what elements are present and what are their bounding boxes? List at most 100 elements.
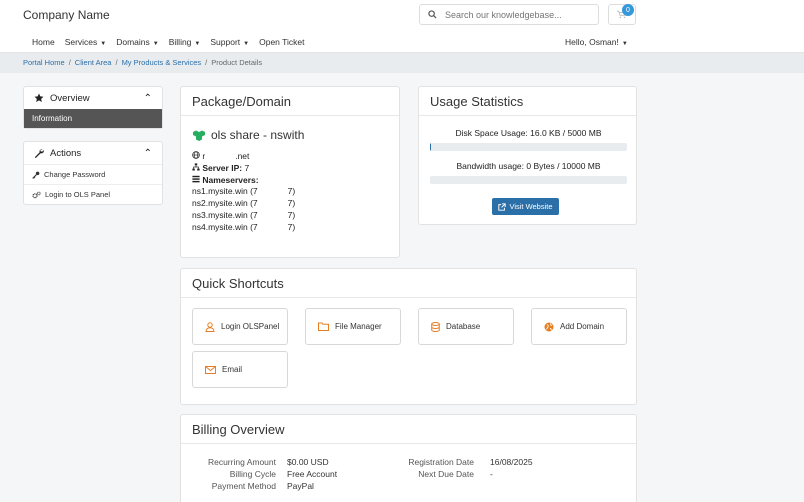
- nav-label: Billing: [168, 37, 192, 47]
- globe-icon: [544, 322, 554, 331]
- shortcut-add-domain[interactable]: Add Domain: [531, 308, 627, 345]
- globe-icon: [192, 151, 200, 159]
- product-name: ols share - nswith: [211, 128, 305, 142]
- main-nav: Home Services ▼ Domains ▼ Billing ▼ Support…: [32, 37, 304, 47]
- nameserver-end: 7): [287, 198, 296, 209]
- nameserver-line: ns2.mysite.win (7 7): [192, 198, 295, 210]
- list-icon: [192, 175, 200, 182]
- package-domain-card: Package/Domain ols share - nswith r .net …: [180, 86, 400, 258]
- nav-services[interactable]: Services ▼: [65, 37, 107, 47]
- shortcut-label: File Manager: [335, 322, 382, 331]
- billing-label: Next Due Date: [418, 469, 474, 479]
- breadcrumb-separator: /: [115, 58, 118, 67]
- nav-home[interactable]: Home: [32, 37, 55, 47]
- caret-down-icon: ▼: [243, 41, 250, 47]
- caret-down-icon: ▼: [194, 41, 201, 47]
- shortcut-email[interactable]: Email: [192, 351, 288, 388]
- nameserver-host: ns3.mysite.win (7: [192, 209, 258, 220]
- billing-label: Recurring Amount: [207, 457, 276, 467]
- sidebar-overview-panel: Overview ⌃ Information: [23, 86, 163, 129]
- search-icon: [428, 10, 437, 19]
- billing-overview-card: Billing Overview Recurring Amount Billin…: [180, 414, 637, 502]
- nav-billing[interactable]: Billing ▼: [169, 37, 201, 47]
- sidebar-item-information[interactable]: Information: [24, 109, 162, 128]
- database-icon: [431, 321, 440, 332]
- nav-label: Open Ticket: [259, 37, 305, 47]
- billing-right-labels: Registration Date Next Due Date: [381, 456, 474, 480]
- caret-down-icon: ▼: [621, 41, 628, 47]
- domain-line: r .net: [192, 151, 295, 163]
- shortcut-label: Email: [222, 365, 243, 374]
- package-details: r .net Server IP: 7 Nameservers: ns1.mysi…: [192, 151, 295, 234]
- nameserver-host: ns4.mysite.win (7: [192, 221, 258, 232]
- breadcrumb-separator: /: [205, 58, 208, 67]
- sidebar-overview-header[interactable]: Overview ⌃: [24, 87, 162, 109]
- quick-shortcuts-heading: Quick Shortcuts: [181, 269, 636, 298]
- nameserver-line: ns1.mysite.win (7 7): [192, 186, 295, 198]
- sidebar-item-label: Login to OLS Panel: [45, 190, 111, 199]
- recurring-amount-value: $0.00 USD: [287, 457, 329, 467]
- shortcut-label: Database: [446, 322, 481, 331]
- sidebar-item-change-password[interactable]: Change Password: [24, 164, 162, 184]
- chevron-up-icon[interactable]: ⌃: [144, 148, 152, 159]
- nameserver-line: ns4.mysite.win (7 7): [192, 222, 295, 234]
- breadcrumb-client-area[interactable]: Client Area: [75, 58, 112, 67]
- nameserver-end: 7): [287, 221, 296, 232]
- usage-statistics-heading: Usage Statistics: [419, 87, 636, 116]
- caret-down-icon: ▼: [100, 41, 107, 47]
- nameserver-end: 7): [287, 209, 296, 220]
- cart-count-badge: 0: [622, 4, 634, 16]
- shortcut-label: Login OLSPanel: [221, 322, 280, 331]
- envelope-icon: [205, 365, 216, 374]
- breadcrumb-my-products[interactable]: My Products & Services: [122, 58, 202, 67]
- billing-cycle-value: Free Account: [287, 469, 338, 479]
- visit-website-label: Visit Website: [509, 202, 553, 211]
- star-icon: [34, 93, 44, 102]
- user-icon: [205, 321, 215, 332]
- nameserver-host: ns1.mysite.win (7: [192, 186, 258, 197]
- nameservers-label: Nameservers:: [202, 174, 259, 185]
- nav-domains[interactable]: Domains ▼: [116, 37, 159, 47]
- redacted-block: [257, 223, 288, 233]
- disk-usage-label: Disk Space Usage: 16.0 KB / 5000 MB: [455, 128, 602, 138]
- search-box[interactable]: [419, 4, 599, 25]
- redacted-block: [205, 152, 236, 162]
- sidebar-actions-header[interactable]: Actions ⌃: [24, 142, 162, 164]
- shortcut-login-olspanel[interactable]: Login OLSPanel: [192, 308, 288, 345]
- nameserver-host: ns2.mysite.win (7: [192, 198, 258, 209]
- user-menu[interactable]: Hello, Osman! ▼: [565, 37, 628, 47]
- disk-usage-bar: [430, 143, 627, 151]
- nav-label: Domains: [116, 37, 150, 47]
- redacted-block: [257, 187, 288, 197]
- usage-statistics-card: Usage Statistics Disk Space Usage: 16.0 …: [418, 86, 637, 225]
- visit-website-button[interactable]: Visit Website: [492, 198, 559, 215]
- billing-right-values: 16/08/2025 -: [490, 456, 533, 480]
- package-domain-heading: Package/Domain: [181, 87, 399, 116]
- sidebar-item-label: Change Password: [44, 170, 106, 179]
- breadcrumb-separator: /: [68, 58, 71, 67]
- server-ip-label: Server IP:: [202, 162, 243, 173]
- shortcut-database[interactable]: Database: [418, 308, 514, 345]
- sidebar-overview-title: Overview: [50, 92, 90, 104]
- server-ip-value: 7: [244, 162, 250, 173]
- nav-support[interactable]: Support ▼: [210, 37, 249, 47]
- nav-open-ticket[interactable]: Open Ticket: [259, 37, 304, 47]
- redacted-block: [257, 199, 288, 209]
- cubes-icon: [193, 130, 205, 141]
- shortcut-label: Add Domain: [560, 322, 605, 331]
- billing-label: Billing Cycle: [229, 469, 276, 479]
- shortcut-file-manager[interactable]: File Manager: [305, 308, 401, 345]
- sidebar-actions-panel: Actions ⌃ Change Password Login to OLS P…: [23, 141, 163, 205]
- bandwidth-usage-label: Bandwidth usage: 0 Bytes / 10000 MB: [456, 161, 601, 171]
- search-input[interactable]: [445, 9, 585, 20]
- user-greeting: Hello, Osman!: [565, 37, 619, 47]
- chevron-up-icon[interactable]: ⌃: [144, 93, 152, 104]
- breadcrumb-portal-home[interactable]: Portal Home: [23, 58, 65, 67]
- payment-method-value: PayPal: [287, 481, 314, 491]
- cart-button[interactable]: 0: [608, 4, 636, 25]
- nameserver-end: 7): [287, 186, 296, 197]
- external-link-icon: [498, 202, 507, 211]
- wrench-icon: [34, 149, 44, 158]
- brand-name[interactable]: Company Name: [23, 8, 110, 22]
- sidebar-item-login-ols[interactable]: Login to OLS Panel: [24, 184, 162, 204]
